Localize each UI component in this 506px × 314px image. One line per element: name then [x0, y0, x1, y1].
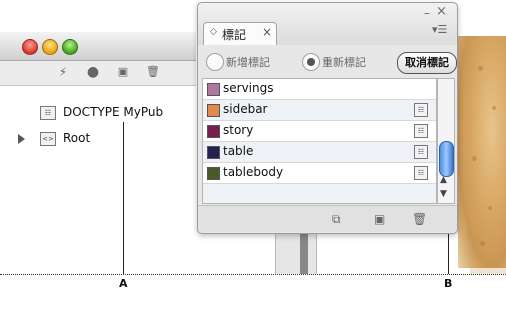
dotted-baseline — [0, 274, 506, 275]
tag-color-swatch — [207, 167, 220, 180]
tree-item-label: Root — [63, 131, 91, 145]
scroll-down-arrow-icon[interactable]: ▼ — [440, 189, 447, 199]
new-tag-icon[interactable]: ▣ — [374, 212, 385, 226]
tag-mapped-icon: ☷ — [414, 166, 428, 180]
untag-button[interactable]: 取消標記 — [397, 52, 457, 74]
xml-element-icon: <> — [40, 132, 56, 146]
tag-name: table — [223, 144, 254, 158]
map-tags-icon[interactable]: ⧉ — [332, 212, 341, 227]
tag-mapped-icon: ☷ — [414, 145, 428, 159]
tag-color-swatch — [207, 104, 220, 117]
lightning-icon[interactable]: ⚡ — [56, 65, 70, 79]
structure-window: ⚡ ● ▣ 🗑 ☷ DOCTYPE MyPub <> Root — [0, 32, 196, 270]
tag-name: story — [223, 123, 254, 137]
structure-toolbar: ⚡ ● ▣ 🗑 — [0, 61, 196, 86]
tag-color-swatch — [207, 146, 220, 159]
panel-menu-icon[interactable]: ▾☰ — [432, 23, 447, 36]
tag-mapped-icon: ☷ — [414, 103, 428, 117]
tab-close-icon[interactable]: × — [262, 25, 272, 39]
tag-name: tablebody — [223, 165, 284, 179]
tag-row-empty — [203, 184, 436, 203]
minimize-icon[interactable]: – — [424, 6, 430, 20]
callout-b: B — [444, 277, 453, 290]
minimize-window-button[interactable] — [42, 39, 58, 55]
panel-footer: ⧉ ▣ 🗑 — [198, 205, 457, 232]
tree-item-label: DOCTYPE MyPub — [63, 105, 164, 119]
close-window-button[interactable] — [22, 39, 38, 55]
tag-color-swatch — [207, 125, 220, 138]
tag-row-table[interactable]: table ☷ — [203, 142, 436, 163]
expand-triangle-icon[interactable] — [18, 134, 25, 144]
tree-item-root[interactable]: <> Root — [0, 130, 196, 150]
window-titlebar — [0, 32, 196, 61]
panel-header: – × ▾☰ ◇ 標記 × — [198, 3, 457, 45]
tag-name: servings — [223, 81, 274, 95]
radio-add-tag[interactable] — [206, 53, 224, 71]
tag-mode-row: 新增標記 重新標記 取消標記 — [198, 45, 457, 77]
tab-label: 標記 — [222, 28, 247, 42]
tab-collapse-icon[interactable]: ◇ — [210, 27, 217, 37]
tag-color-swatch — [207, 83, 220, 96]
trash-icon[interactable]: 🗑 — [146, 65, 160, 79]
radio-retag[interactable] — [302, 53, 320, 71]
tag-row-servings[interactable]: servings — [203, 79, 436, 100]
close-icon[interactable]: × — [436, 4, 447, 19]
tag-row-tablebody[interactable]: tablebody ☷ — [203, 163, 436, 184]
callout-line-a — [123, 122, 124, 274]
scroll-up-arrow-icon[interactable]: ▲ — [440, 175, 447, 185]
tag-name: sidebar — [223, 102, 268, 116]
tag-list-scrollbar[interactable]: ▲ ▼ — [437, 78, 455, 204]
new-element-icon[interactable]: ▣ — [116, 65, 130, 79]
tree-item-doctype[interactable]: ☷ DOCTYPE MyPub — [0, 104, 196, 124]
scrollbar-thumb[interactable] — [439, 141, 454, 177]
callout-a: A — [119, 277, 128, 290]
background-column — [275, 230, 317, 274]
tag-row-sidebar[interactable]: sidebar ☷ — [203, 100, 436, 121]
tag-row-story[interactable]: story ☷ — [203, 121, 436, 142]
zoom-window-button[interactable] — [62, 39, 78, 55]
tab-tags[interactable]: ◇ 標記 × — [203, 22, 277, 45]
background-column-line — [300, 230, 308, 274]
tag-list: servings sidebar ☷ story ☷ table ☷ table… — [202, 78, 437, 204]
tag-mapped-icon: ☷ — [414, 124, 428, 138]
doctype-icon: ☷ — [40, 106, 56, 120]
background-photo — [458, 36, 506, 268]
radio-retag-label: 重新標記 — [322, 56, 366, 69]
radio-add-tag-label: 新增標記 — [226, 56, 270, 69]
trash-icon[interactable]: 🗑 — [412, 212, 427, 226]
dot-icon[interactable]: ● — [86, 65, 100, 79]
tags-panel: – × ▾☰ ◇ 標記 × 新增標記 重新標記 取消標記 servings si… — [197, 2, 458, 234]
